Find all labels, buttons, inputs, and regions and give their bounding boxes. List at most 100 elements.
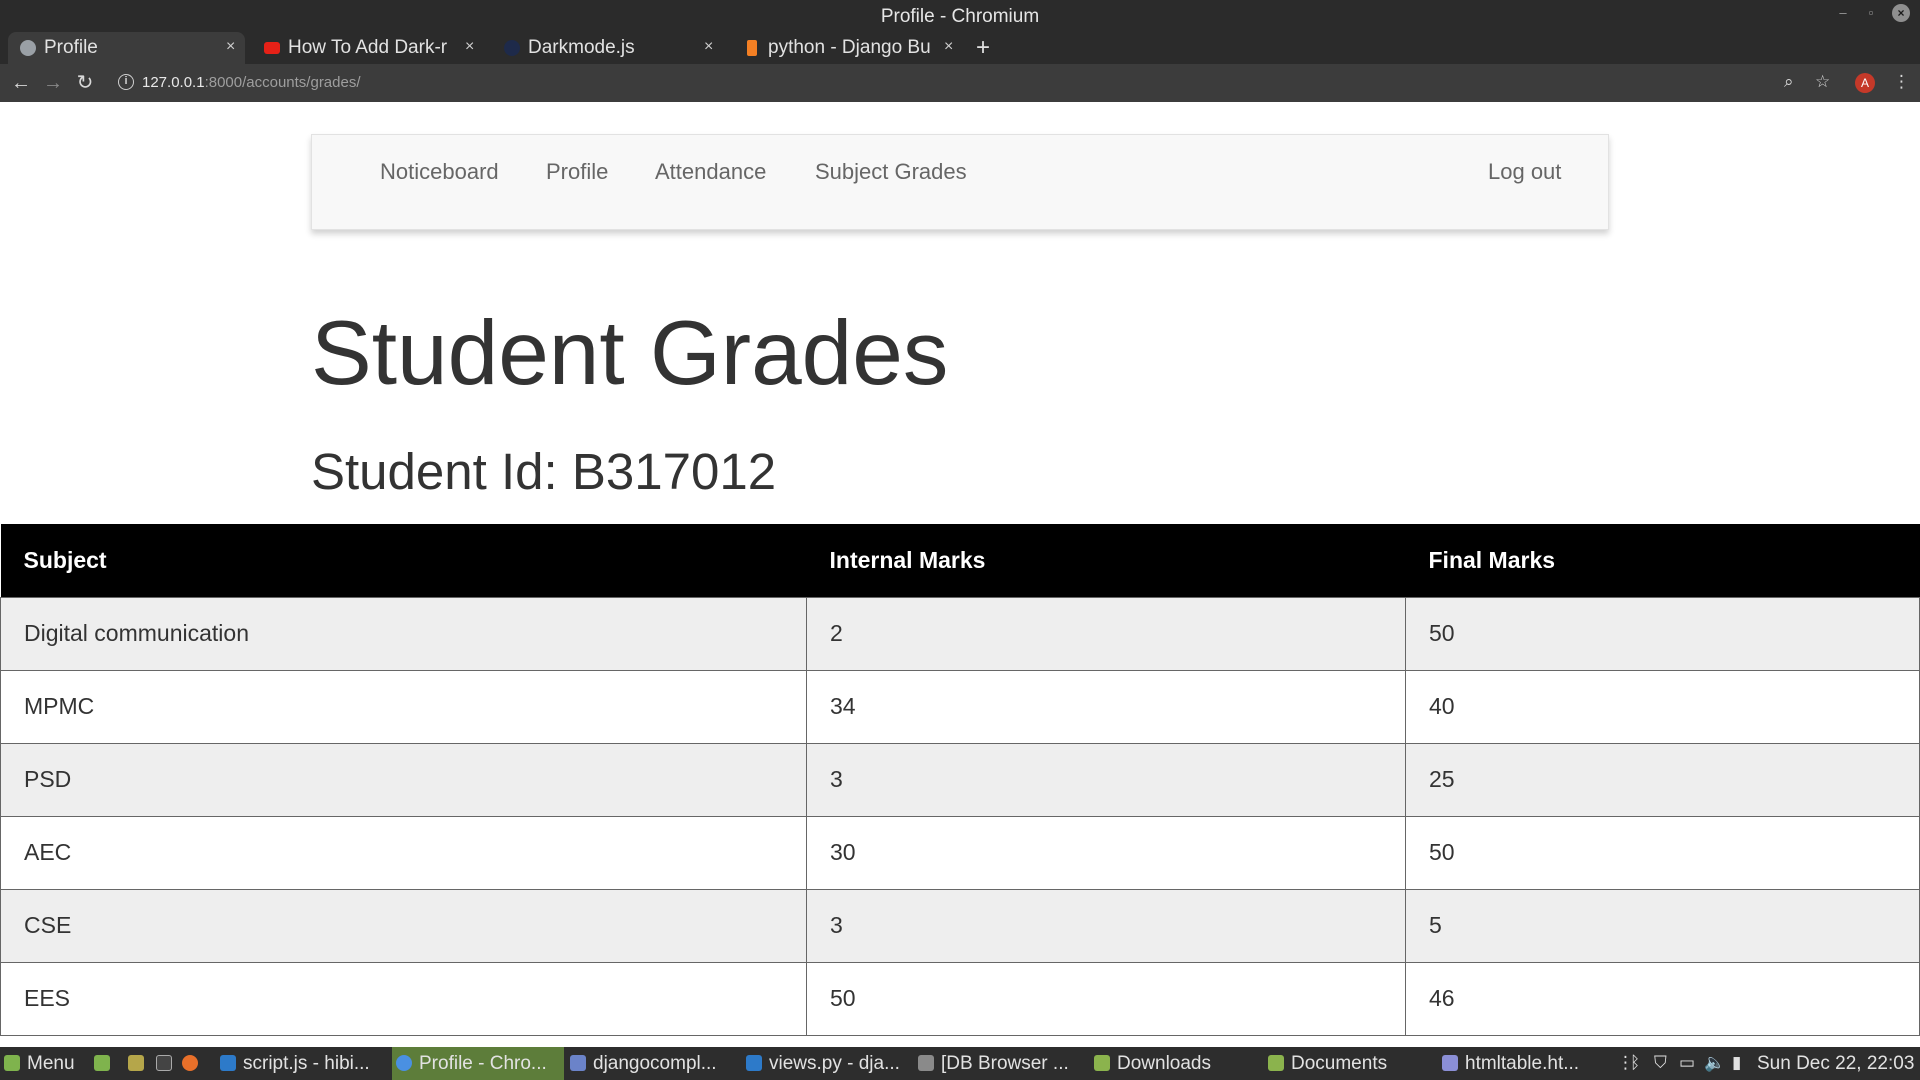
new-tab-button[interactable]: + bbox=[976, 34, 990, 62]
taskbar-item-script-js[interactable]: script.js - hibi... bbox=[220, 1047, 390, 1080]
tab-close-icon[interactable]: × bbox=[944, 38, 953, 56]
tab-darkmode-js[interactable]: Darkmode.js × bbox=[492, 32, 724, 64]
nav-link-noticeboard[interactable]: Noticeboard bbox=[380, 159, 499, 185]
internal-marks-cell: 34 bbox=[806, 669, 1406, 744]
table-row: Digital communication 2 50 bbox=[0, 596, 1920, 671]
show-desktop-icon[interactable] bbox=[94, 1055, 110, 1071]
network-icon[interactable]: ▭ bbox=[1679, 1053, 1695, 1073]
tab-title: Profile bbox=[44, 37, 98, 58]
start-menu-button[interactable]: Menu bbox=[4, 1047, 86, 1080]
folder-icon bbox=[1094, 1055, 1110, 1071]
bookmark-star-icon[interactable]: ☆ bbox=[1815, 72, 1830, 92]
taskbar-item-label: htmltable.ht... bbox=[1465, 1053, 1580, 1074]
final-marks-cell: 40 bbox=[1405, 669, 1920, 744]
grades-table: Subject Internal Marks Final Marks Digit… bbox=[0, 524, 1920, 1036]
taskbar-item-label: [DB Browser ... bbox=[941, 1053, 1069, 1074]
web-page: Noticeboard Profile Attendance Subject G… bbox=[0, 102, 1920, 1047]
folder-icon bbox=[1268, 1055, 1284, 1071]
final-marks-cell: 25 bbox=[1405, 742, 1920, 817]
table-header-row: Subject Internal Marks Final Marks bbox=[0, 524, 1920, 597]
subject-cell: CSE bbox=[0, 888, 807, 963]
internal-marks-cell: 3 bbox=[806, 742, 1406, 817]
taskbar-item-label: script.js - hibi... bbox=[243, 1053, 370, 1074]
taskbar-item-djangocompl[interactable]: djangocompl... bbox=[570, 1047, 740, 1080]
bluetooth-icon[interactable]: ᛒ bbox=[1630, 1053, 1640, 1073]
internal-marks-cell: 30 bbox=[806, 815, 1406, 890]
nav-link-attendance[interactable]: Attendance bbox=[655, 159, 766, 185]
subject-cell: PSD bbox=[0, 742, 807, 817]
vscode-icon bbox=[220, 1055, 236, 1071]
table-row: EES 50 46 bbox=[0, 961, 1920, 1036]
document-icon bbox=[1442, 1055, 1458, 1071]
back-arrow-icon[interactable]: ← bbox=[8, 70, 34, 96]
shield-icon[interactable]: ⛉ bbox=[1654, 1053, 1667, 1073]
maximize-icon[interactable]: ▫ bbox=[1862, 4, 1880, 22]
taskbar: Menu script.js - hibi... Profile - Chro.… bbox=[0, 1047, 1920, 1080]
table-row: AEC 30 50 bbox=[0, 815, 1920, 890]
tab-strip: Profile × How To Add Dark-r × Darkmode.j… bbox=[0, 32, 1920, 90]
volume-icon[interactable]: 🔈 bbox=[1704, 1053, 1725, 1073]
taskbar-item-label: djangocompl... bbox=[593, 1053, 717, 1074]
tab-dark-mode-video[interactable]: How To Add Dark-r × bbox=[252, 32, 484, 64]
nav-link-subject-grades[interactable]: Subject Grades bbox=[815, 159, 967, 185]
final-marks-cell: 5 bbox=[1405, 888, 1920, 963]
tab-title: Darkmode.js bbox=[528, 37, 635, 58]
internal-marks-cell: 2 bbox=[806, 596, 1406, 671]
taskbar-item-documents[interactable]: Documents bbox=[1268, 1047, 1438, 1080]
files-icon[interactable] bbox=[128, 1055, 144, 1071]
subject-cell: MPMC bbox=[0, 669, 807, 744]
internal-marks-cell: 50 bbox=[806, 961, 1406, 1036]
info-icon[interactable]: i bbox=[118, 74, 134, 90]
minimize-icon[interactable]: – bbox=[1834, 4, 1852, 22]
tab-close-icon[interactable]: × bbox=[465, 38, 474, 56]
tab-stackoverflow[interactable]: python - Django Bu × bbox=[732, 32, 964, 64]
profile-avatar[interactable]: A bbox=[1855, 73, 1875, 93]
dark-circle-icon bbox=[504, 40, 520, 56]
zoom-icon[interactable]: ⌕ bbox=[1784, 72, 1794, 92]
taskbar-item-views-py[interactable]: views.py - dja... bbox=[746, 1047, 916, 1080]
taskbar-item-downloads[interactable]: Downloads bbox=[1094, 1047, 1264, 1080]
terminal-icon[interactable] bbox=[156, 1055, 172, 1071]
column-header-internal-marks: Internal Marks bbox=[806, 524, 1406, 597]
final-marks-cell: 50 bbox=[1405, 596, 1920, 671]
final-marks-cell: 46 bbox=[1405, 961, 1920, 1036]
reload-icon[interactable]: ↻ bbox=[72, 70, 98, 96]
taskbar-item-chromium[interactable]: Profile - Chro... bbox=[392, 1047, 564, 1080]
tab-profile[interactable]: Profile × bbox=[8, 32, 245, 64]
youtube-icon bbox=[264, 42, 280, 54]
firefox-icon[interactable] bbox=[182, 1055, 198, 1071]
logout-link[interactable]: Log out bbox=[1488, 159, 1561, 185]
url-path: :8000/accounts/grades/ bbox=[204, 74, 361, 91]
page-title: Student Grades bbox=[311, 303, 949, 404]
clock[interactable]: Sun Dec 22, 22:03 bbox=[1757, 1053, 1914, 1075]
student-id-heading: Student Id: B317012 bbox=[311, 443, 777, 500]
tab-close-icon[interactable]: × bbox=[704, 38, 713, 56]
tab-title: python - Django Bu bbox=[768, 37, 931, 58]
taskbar-item-label: views.py - dja... bbox=[769, 1053, 900, 1074]
battery-icon[interactable]: ▮ bbox=[1732, 1053, 1741, 1073]
site-navbar: Noticeboard Profile Attendance Subject G… bbox=[311, 134, 1609, 230]
subject-cell: Digital communication bbox=[0, 596, 807, 671]
subject-cell: AEC bbox=[0, 815, 807, 890]
vscode-icon bbox=[746, 1055, 762, 1071]
tab-close-icon[interactable]: × bbox=[226, 38, 235, 56]
table-row: CSE 3 5 bbox=[0, 888, 1920, 963]
taskbar-item-label: Profile - Chro... bbox=[419, 1053, 547, 1074]
tab-title: How To Add Dark-r bbox=[288, 37, 448, 58]
column-header-subject: Subject bbox=[0, 524, 807, 597]
kebab-menu-icon[interactable]: ⋮ bbox=[1893, 72, 1910, 92]
globe-icon bbox=[20, 40, 36, 56]
chromium-icon bbox=[396, 1055, 412, 1071]
forward-arrow-icon[interactable]: → bbox=[40, 70, 66, 96]
taskbar-item-label: Documents bbox=[1291, 1053, 1388, 1074]
document-icon bbox=[570, 1055, 586, 1071]
final-marks-cell: 50 bbox=[1405, 815, 1920, 890]
table-row: MPMC 34 40 bbox=[0, 669, 1920, 744]
mint-menu-icon bbox=[4, 1055, 20, 1071]
close-window-icon[interactable]: × bbox=[1892, 4, 1910, 22]
taskbar-item-htmltable[interactable]: htmltable.ht... bbox=[1442, 1047, 1612, 1080]
taskbar-item-db-browser[interactable]: [DB Browser ... bbox=[918, 1047, 1090, 1080]
nav-link-profile[interactable]: Profile bbox=[546, 159, 608, 185]
address-bar[interactable]: i 127.0.0.1:8000/accounts/grades/ bbox=[108, 69, 1808, 97]
url-text[interactable]: 127.0.0.1:8000/accounts/grades/ bbox=[142, 74, 361, 91]
